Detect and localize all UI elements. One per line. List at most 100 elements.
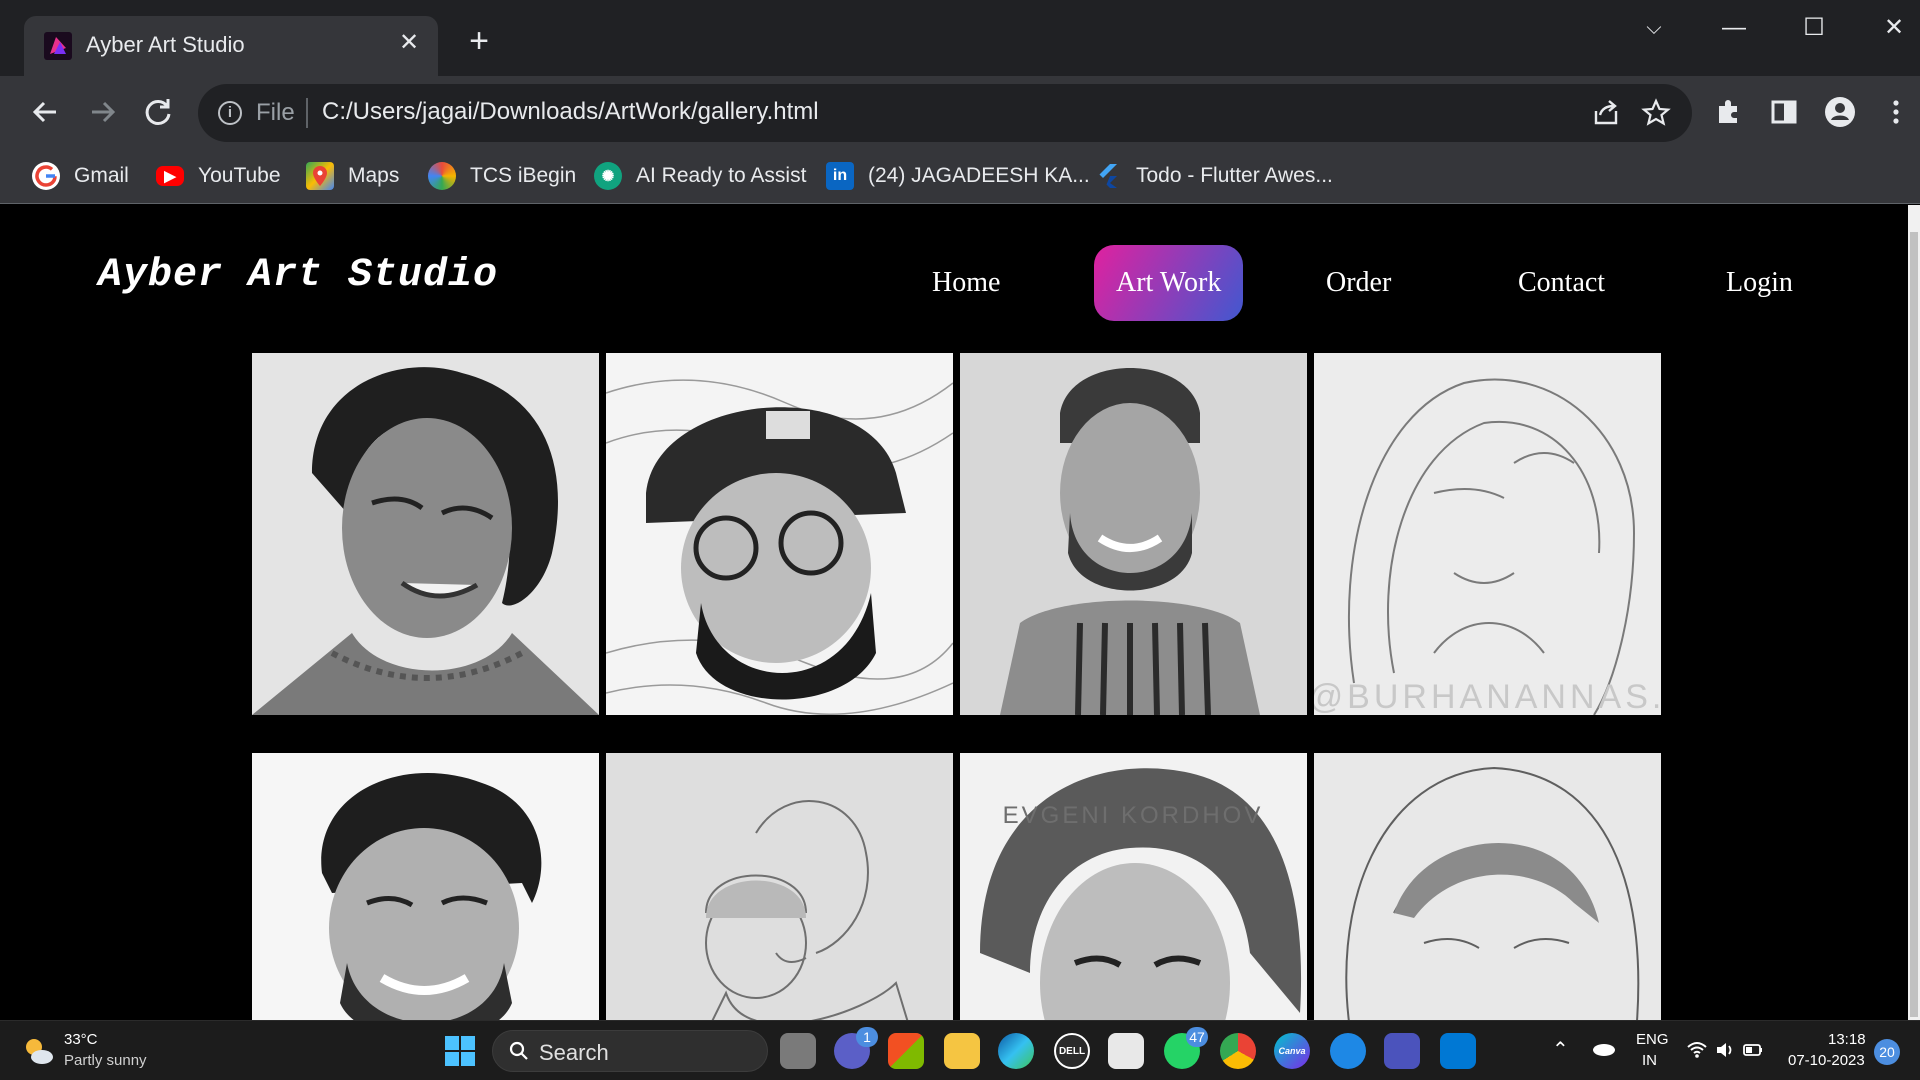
bookmark-label: (24) JAGADEESH KA... (868, 164, 1090, 187)
canva-icon[interactable]: Canva (1274, 1033, 1310, 1069)
bookmark-star-icon[interactable] (1640, 97, 1672, 129)
share-icon[interactable] (1590, 97, 1622, 129)
watermark-text: EVGENI KORDHOV (1003, 802, 1264, 829)
weather-description: Partly sunny (64, 1052, 147, 1069)
reload-button[interactable] (138, 92, 178, 132)
clock-time[interactable]: 13:18 (1828, 1031, 1866, 1048)
dell-label: DELL (1058, 1045, 1086, 1057)
input-language-code[interactable]: ENG (1636, 1031, 1669, 1048)
partly-sunny-icon[interactable] (20, 1033, 56, 1069)
gallery-image-8[interactable] (1314, 753, 1661, 1020)
bookmark-label: Maps (348, 164, 400, 187)
search-label: Search (539, 1040, 609, 1065)
app-store-icon[interactable] (1330, 1033, 1366, 1069)
gallery-image-4[interactable]: @BURHANANNAS. (1314, 353, 1661, 715)
bookmark-tcs-ibegin[interactable]: TCS iBegin (428, 158, 576, 194)
taskbar-search-box[interactable]: Search (492, 1030, 768, 1072)
gallery-image-5[interactable] (252, 753, 599, 1020)
tab-close-icon[interactable]: ✕ (394, 28, 424, 58)
bookmark-maps[interactable]: Maps (306, 158, 399, 194)
nav-home[interactable]: Home (910, 245, 1022, 321)
input-language-region[interactable]: IN (1642, 1052, 1657, 1069)
extensions-puzzle-icon[interactable] (1708, 92, 1748, 132)
portrait-sketch-woman-hair: EVGENI KORDHOV (960, 753, 1307, 1020)
scheme-label: File (256, 99, 295, 126)
gallery-image-3[interactable] (960, 353, 1307, 715)
nav-art-work[interactable]: Art Work (1094, 245, 1244, 321)
bookmark-flutter-todo[interactable]: Todo - Flutter Awes... (1094, 158, 1333, 194)
whatsapp-icon[interactable]: 47 (1164, 1027, 1208, 1069)
browser-menu-icon[interactable] (1876, 92, 1916, 132)
back-arrow-icon (32, 101, 56, 123)
bookmark-label: YouTube (198, 164, 281, 187)
portrait-sketch-woman-bangs (1314, 753, 1661, 1020)
bookmarks-bar: Gmail ▶ YouTube Maps TCS iBegin ✺ AI Rea… (0, 148, 1920, 204)
browser-tab-strip: Ayber Art Studio ✕ + ⌵ — ☐ ✕ (0, 0, 1920, 76)
wifi-icon[interactable] (1686, 1039, 1708, 1061)
vscode-icon[interactable] (1440, 1033, 1476, 1069)
openai-icon: ✺ (594, 162, 622, 190)
tab-search-dropdown-icon[interactable]: ⌵ (1632, 14, 1676, 44)
browser-tab[interactable]: Ayber Art Studio ✕ (24, 16, 438, 76)
bookmark-ai-ready[interactable]: ✺ AI Ready to Assist (594, 158, 806, 194)
close-window-button[interactable]: ✕ (1872, 14, 1916, 44)
maximize-button[interactable]: ☐ (1792, 14, 1836, 44)
windows-taskbar: 33°C Partly sunny Search 1 DELL 47 Canva… (0, 1020, 1920, 1080)
page-scrollbar-thumb[interactable] (1910, 232, 1918, 1017)
tcs-icon (428, 162, 456, 190)
site-info-icon[interactable]: i (218, 101, 242, 125)
clock-date[interactable]: 07-10-2023 (1788, 1052, 1865, 1069)
portrait-sketch-man-smiling (252, 753, 599, 1020)
weather-temperature: 33°C (64, 1031, 98, 1048)
forward-arrow-icon (92, 101, 116, 123)
teams-chat-icon[interactable]: 1 (834, 1027, 878, 1069)
notification-count-badge[interactable]: 20 (1874, 1039, 1900, 1065)
flutter-icon (1094, 162, 1122, 190)
file-explorer-icon[interactable] (944, 1033, 980, 1069)
nav-order[interactable]: Order (1304, 245, 1413, 321)
nav-contact[interactable]: Contact (1496, 245, 1627, 321)
bookmark-gmail[interactable]: Gmail (32, 158, 129, 194)
portrait-sketch-woman-smiling (252, 353, 599, 715)
address-bar[interactable]: i File C:/Users/jagai/Downloads/ArtWork/… (198, 84, 1692, 142)
tray-overflow-chevron-icon[interactable]: ⌃ (1552, 1037, 1569, 1062)
search-icon (509, 1041, 528, 1060)
gallery-image-6[interactable] (606, 753, 953, 1020)
bookmark-label: TCS iBegin (470, 164, 577, 187)
notepad-icon[interactable] (1108, 1033, 1144, 1069)
task-view-icon[interactable] (780, 1033, 816, 1069)
forward-button[interactable] (82, 92, 122, 132)
dell-icon[interactable]: DELL (1054, 1033, 1090, 1069)
side-panel-icon[interactable] (1764, 92, 1804, 132)
edge-browser-icon[interactable] (998, 1033, 1034, 1069)
windows-start-icon[interactable] (444, 1035, 476, 1067)
battery-icon[interactable] (1742, 1039, 1764, 1061)
sketch-couple-hugging (606, 753, 953, 1020)
minimize-button[interactable]: — (1712, 14, 1756, 44)
onedrive-cloud-icon[interactable] (1590, 1039, 1616, 1057)
whatsapp-badge: 47 (1186, 1027, 1208, 1047)
google-icon (32, 162, 60, 190)
bookmark-youtube[interactable]: ▶ YouTube (156, 158, 281, 194)
nav-login[interactable]: Login (1704, 245, 1815, 321)
back-button[interactable] (26, 92, 66, 132)
reload-icon (145, 99, 171, 125)
site-favicon-icon (44, 32, 72, 60)
gallery-image-1[interactable] (252, 353, 599, 715)
linkedin-icon: in (826, 162, 854, 190)
browser-toolbar: i File C:/Users/jagai/Downloads/ArtWork/… (0, 76, 1920, 148)
microsoft-store-icon[interactable] (888, 1033, 924, 1069)
bookmark-linkedin[interactable]: in (24) JAGADEESH KA... (826, 158, 1090, 194)
portrait-sketch-woman-double-face: @BURHANANNAS. (1314, 353, 1661, 715)
maps-icon (306, 162, 334, 190)
volume-icon[interactable] (1714, 1039, 1736, 1061)
teams-icon[interactable] (1384, 1033, 1420, 1069)
gallery-image-7[interactable]: EVGENI KORDHOV (960, 753, 1307, 1020)
gallery-image-2[interactable] (606, 353, 953, 715)
profile-avatar-icon[interactable] (1820, 92, 1860, 132)
url-text[interactable]: C:/Users/jagai/Downloads/ArtWork/gallery… (322, 98, 819, 126)
chrome-icon[interactable] (1220, 1033, 1256, 1069)
youtube-icon: ▶ (156, 166, 184, 186)
new-tab-button[interactable]: + (462, 24, 496, 60)
page-viewport: Ayber Art Studio Home Art Work Order Con… (10, 205, 1908, 1020)
